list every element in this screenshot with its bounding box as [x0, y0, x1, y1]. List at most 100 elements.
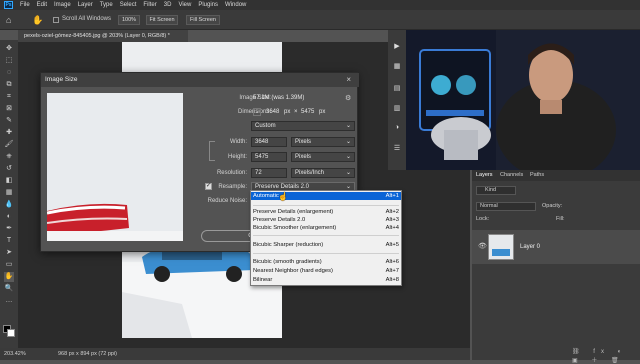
width-unit-dropdown[interactable]: Pixels ⌄ — [291, 137, 355, 147]
dodge-tool-icon[interactable]: ◐ — [4, 212, 14, 222]
gradient-tool-icon[interactable]: ▦ — [4, 188, 14, 198]
resample-menu: Automatic Alt+1 Preserve Details (enlarge… — [250, 190, 402, 286]
menu-item-bicubic[interactable]: Bicubic (smooth gradients) Alt+6 — [251, 258, 401, 266]
blur-tool-icon[interactable]: 💧 — [4, 200, 14, 210]
menu-item-bicubic-sharper[interactable]: Bicubic Sharper (reduction) Alt+5 — [251, 241, 401, 249]
menu-separator — [253, 205, 399, 206]
menu-item-bilinear[interactable]: Bilinear Alt+8 — [251, 276, 401, 284]
type-tool-icon[interactable]: T — [4, 236, 14, 246]
menu-plugins[interactable]: Plugins — [198, 2, 218, 8]
gear-icon[interactable]: ⚙ — [345, 94, 351, 102]
close-icon[interactable]: × — [346, 75, 351, 84]
move-tool-icon[interactable]: ✥ — [4, 44, 14, 54]
height-unit-dropdown[interactable]: Pixels ⌄ — [291, 152, 355, 162]
blend-mode-dropdown[interactable]: Normal — [476, 202, 536, 211]
resolution-unit-dropdown[interactable]: Pixels/Inch ⌄ — [291, 168, 355, 178]
menu-item-label: Bicubic Sharper (reduction) — [253, 242, 324, 248]
menu-edit[interactable]: Edit — [37, 2, 47, 8]
layers-panel: Kind Normal Opacity: Lock: Fill: 👁 Layer… — [472, 170, 640, 364]
layer-filter-kind[interactable]: Kind — [476, 186, 516, 195]
scroll-all-windows-label: Scroll All Windows — [62, 16, 112, 22]
document-info[interactable]: 968 px x 894 px (72 ppi) — [58, 348, 117, 360]
layer-row[interactable]: 👁 Layer 0 — [472, 230, 640, 264]
menu-item-label: Bilinear — [253, 277, 273, 283]
menu-item-shortcut: Alt+3 — [385, 217, 399, 223]
menu-item-shortcut: Alt+2 — [385, 209, 399, 215]
menu-layer[interactable]: Layer — [78, 2, 93, 8]
webcam-feed — [406, 30, 640, 170]
tab-paths[interactable]: Paths — [530, 172, 544, 178]
healing-brush-tool-icon[interactable]: ✚ — [4, 128, 14, 138]
toolbox: ✥ ⬚ ◌ ⧉ ⌗ ⊠ ✎ ✚ 🖌 ⎈ ↺ ◧ ▦ 💧 ◐ ✒ T ➤ ▭ ✋ … — [0, 40, 18, 360]
eraser-tool-icon[interactable]: ◧ — [4, 176, 14, 186]
eyedropper-tool-icon[interactable]: ✎ — [4, 116, 14, 126]
zoom-100-button[interactable]: 100% — [118, 15, 140, 25]
frame-tool-icon[interactable]: ⊠ — [4, 104, 14, 114]
brush-tool-icon[interactable]: 🖌 — [4, 140, 14, 150]
menu-item-preserve-details-2[interactable]: Preserve Details 2.0 Alt+3 — [251, 216, 401, 224]
document-tab[interactable]: pexels-oziel-gómez-845405.jpg @ 203% (La… — [18, 30, 188, 42]
menu-item-automatic[interactable]: Automatic Alt+1 — [251, 192, 401, 200]
chevron-down-icon: ⌄ — [345, 154, 351, 160]
fit-screen-button[interactable]: Fit Screen — [146, 15, 178, 25]
menu-item-bicubic-smoother[interactable]: Bicubic Smoother (enlargement) Alt+4 — [251, 224, 401, 232]
chevron-down-icon: ⌄ — [345, 170, 351, 176]
menu-type[interactable]: Type — [100, 2, 113, 8]
menu-select[interactable]: Select — [120, 2, 137, 8]
fit-to-dropdown[interactable]: Custom ⌄ — [251, 121, 355, 131]
tab-channels[interactable]: Channels — [500, 172, 523, 178]
tab-layers[interactable]: Layers — [476, 172, 493, 178]
menu-item-nearest-neighbor[interactable]: Nearest Neighbor (hard edges) Alt+7 — [251, 267, 401, 275]
menu-item-shortcut: Alt+5 — [385, 242, 399, 248]
grid-icon[interactable]: ▦ — [392, 62, 402, 72]
menu-filter[interactable]: Filter — [143, 2, 156, 8]
image-preview[interactable] — [47, 93, 183, 241]
width-input[interactable]: 3648 — [251, 137, 287, 147]
visibility-eye-icon[interactable]: 👁 — [478, 242, 487, 250]
width-label: Width: — [229, 139, 247, 145]
preview-photo — [47, 93, 183, 241]
hand-tool-icon[interactable]: ✋ — [32, 15, 43, 26]
path-select-tool-icon[interactable]: ➤ — [4, 248, 14, 258]
layers-tabs: Layers Channels Paths — [472, 170, 640, 181]
object-select-tool-icon[interactable]: ⧉ — [4, 80, 14, 90]
layers-footer-icons[interactable]: ⛓ fx ◐ ▣ ＋ 🗑 — [572, 348, 640, 364]
crop-tool-icon[interactable]: ⌗ — [4, 92, 14, 102]
lock-label: Lock: — [476, 216, 490, 222]
adjustments-icon[interactable]: ◑ — [392, 124, 402, 134]
lasso-tool-icon[interactable]: ◌ — [4, 68, 14, 78]
rectangle-tool-icon[interactable]: ▭ — [4, 260, 14, 270]
dialog-title: Image Size — [41, 73, 359, 87]
options-bar: ⌂ ✋ Scroll All Windows 100% Fit Screen F… — [0, 10, 640, 30]
history-brush-tool-icon[interactable]: ↺ — [4, 164, 14, 174]
clone-stamp-tool-icon[interactable]: ⎈ — [4, 152, 14, 162]
swatches-icon[interactable]: ▤ — [392, 84, 402, 94]
marquee-tool-icon[interactable]: ⬚ — [4, 56, 14, 66]
hand-tool-box-icon[interactable]: ✋ — [4, 272, 14, 282]
resolution-input[interactable]: 72 — [251, 168, 287, 178]
home-icon[interactable]: ⌂ — [6, 15, 16, 25]
zoom-level[interactable]: 203.42% — [4, 348, 26, 360]
height-input[interactable]: 5475 — [251, 152, 287, 162]
fill-screen-button[interactable]: Fill Screen — [186, 15, 220, 25]
layer-name[interactable]: Layer 0 — [520, 244, 540, 250]
resample-label: Resample: — [218, 184, 247, 190]
webcam-overlay — [406, 30, 640, 170]
play-icon[interactable]: ▶ — [392, 42, 402, 52]
menu-image[interactable]: Image — [54, 2, 71, 8]
menu-item-preserve-details[interactable]: Preserve Details (enlargement) Alt+2 — [251, 208, 401, 216]
background-color-swatch[interactable] — [7, 329, 15, 337]
menu-file[interactable]: File — [20, 2, 30, 8]
scroll-all-windows-checkbox[interactable] — [53, 17, 59, 23]
chevron-down-icon: ⌄ — [345, 123, 351, 129]
menu-3d[interactable]: 3D — [164, 2, 172, 8]
properties-icon[interactable]: ☰ — [392, 144, 402, 154]
more-tools-icon[interactable]: … — [4, 296, 14, 306]
chevron-down-icon[interactable]: ⌄ — [253, 108, 261, 116]
zoom-tool-icon[interactable]: 🔍 — [4, 284, 14, 294]
pen-tool-icon[interactable]: ✒ — [4, 224, 14, 234]
libraries-icon[interactable]: ▥ — [392, 104, 402, 114]
menu-view[interactable]: View — [178, 2, 191, 8]
menu-separator — [253, 235, 399, 236]
menu-window[interactable]: Window — [225, 2, 246, 8]
